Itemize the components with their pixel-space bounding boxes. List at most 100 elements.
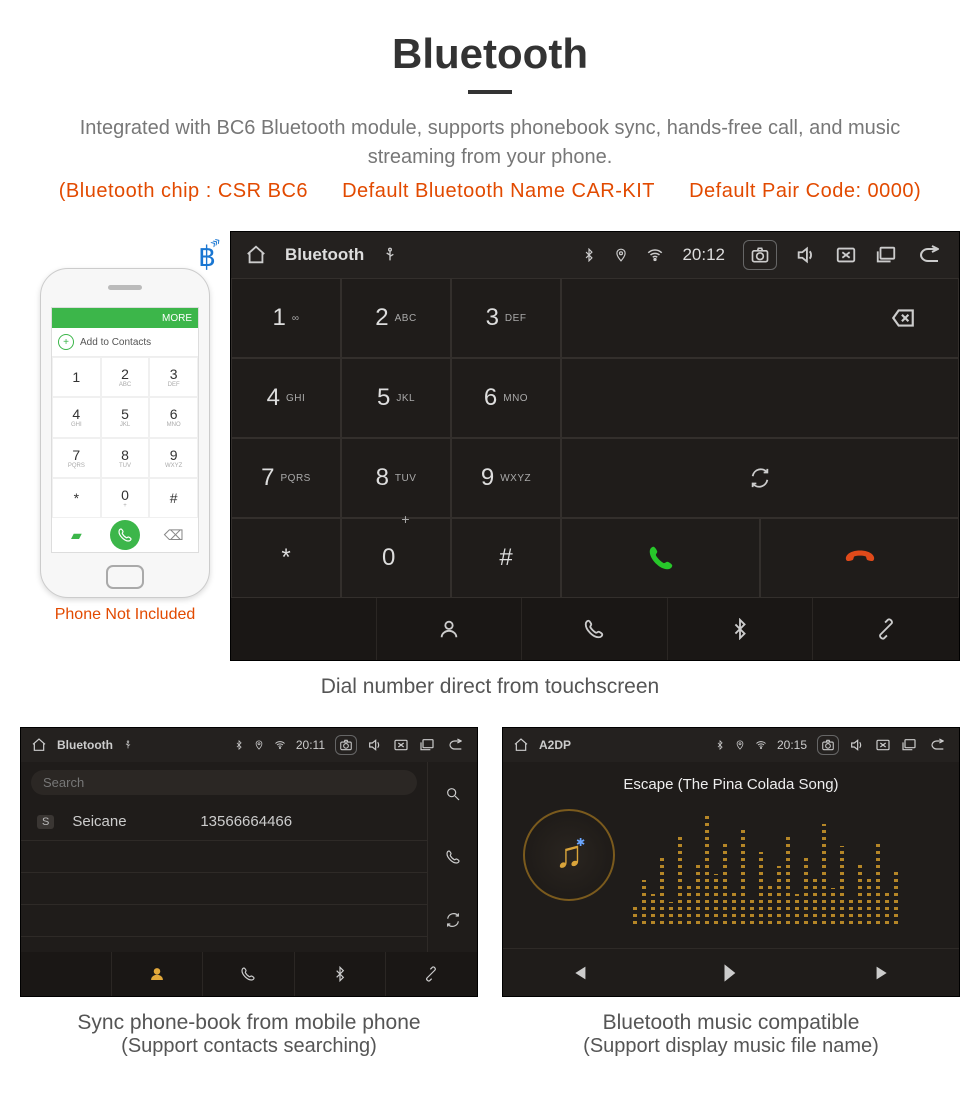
key-1[interactable]: 1∞ (231, 278, 341, 358)
camera-button[interactable] (335, 735, 357, 755)
clock: 20:15 (777, 738, 807, 752)
back-button[interactable] (445, 737, 467, 753)
track-title: Escape (The Pina Colada Song) (503, 776, 959, 793)
bt-status-icon (582, 248, 596, 262)
key-4[interactable]: 4GHI (231, 358, 341, 438)
contact-number: 13566664466 (200, 813, 292, 830)
recent-apps-button[interactable] (901, 737, 917, 753)
next-button[interactable] (807, 949, 959, 996)
gps-icon (254, 740, 264, 750)
camera-button[interactable] (743, 240, 777, 270)
redial-button[interactable] (561, 438, 959, 518)
phone-key-6: 6MNO (149, 397, 198, 437)
spec-code: Default Pair Code: 0000) (689, 180, 921, 202)
usb-icon (382, 247, 398, 263)
key-8[interactable]: 8TUV (341, 438, 451, 518)
gps-icon (735, 740, 745, 750)
headunit-dialer: Bluetooth 20:12 1∞ 2ABC 3DEF (230, 231, 960, 661)
home-icon[interactable] (513, 737, 529, 753)
bt-status-icon (234, 740, 244, 750)
phone-key-2: 2ABC (101, 357, 150, 397)
home-icon[interactable] (31, 737, 47, 753)
phone-key-3: 3DEF (149, 357, 198, 397)
tab-pair[interactable] (386, 952, 477, 996)
phone-key-8: 8TUV (101, 438, 150, 478)
clock: 20:11 (296, 738, 325, 752)
back-button[interactable] (915, 243, 945, 267)
spec-line: (Bluetooth chip : CSR BC6 Default Blueto… (20, 180, 960, 203)
tab-keypad[interactable] (231, 598, 377, 660)
app-title: Bluetooth (285, 245, 364, 265)
key-star[interactable]: * (231, 518, 341, 598)
spec-name: Default Bluetooth Name CAR-KIT (342, 180, 655, 202)
key-0[interactable]: 0+ (341, 518, 451, 598)
recent-apps-button[interactable] (875, 244, 897, 266)
side-call-button[interactable] (428, 825, 477, 888)
title-underline (468, 90, 512, 94)
music-caption: Bluetooth music compatible (Support disp… (502, 1011, 960, 1058)
tab-contacts[interactable] (377, 598, 523, 660)
key-5[interactable]: 5JKL (341, 358, 451, 438)
wifi-icon (646, 246, 664, 264)
music-note-icon: ♫ (555, 834, 584, 877)
album-art: ♫ (523, 809, 615, 901)
tab-pair[interactable] (813, 598, 959, 660)
prev-button[interactable] (503, 949, 655, 996)
backspace-button[interactable] (561, 278, 959, 358)
close-button[interactable] (835, 244, 857, 266)
phone-key-1: 1 (52, 357, 101, 397)
contact-name: Seicane (72, 813, 182, 830)
close-button[interactable] (393, 737, 409, 753)
page-description: Integrated with BC6 Bluetooth module, su… (50, 114, 930, 172)
recent-apps-button[interactable] (419, 737, 435, 753)
camera-button[interactable] (817, 735, 839, 755)
key-6[interactable]: 6MNO (451, 358, 561, 438)
contact-initial: S (37, 815, 54, 829)
contact-row[interactable]: S Seicane 13566664466 (21, 803, 427, 841)
page-title: Bluetooth (20, 30, 960, 78)
phone-key-5: 5JKL (101, 397, 150, 437)
phone-key-9: 9WXYZ (149, 438, 198, 478)
hangup-button[interactable] (760, 518, 959, 598)
tab-keypad[interactable] (21, 952, 112, 996)
volume-button[interactable] (795, 244, 817, 266)
tab-calllog[interactable] (522, 598, 668, 660)
app-title: A2DP (539, 738, 571, 752)
dialer-caption: Dial number direct from touchscreen (20, 675, 960, 699)
home-icon[interactable] (245, 244, 267, 266)
key-9[interactable]: 9WXYZ (451, 438, 561, 518)
visualizer (633, 802, 939, 924)
tab-calllog[interactable] (203, 952, 294, 996)
phone-video-icon: ▰ (52, 518, 101, 552)
back-button[interactable] (927, 737, 949, 753)
clock: 20:12 (682, 245, 725, 265)
phone-key-4: 4GHI (52, 397, 101, 437)
phone-mockup: MORE Add to Contacts 12ABC3DEF4GHI5JKL6M… (40, 268, 210, 598)
call-button[interactable] (561, 518, 760, 598)
key-hash[interactable]: # (451, 518, 561, 598)
phone-delete-icon: ⌫ (149, 518, 198, 552)
tab-bluetooth[interactable] (295, 952, 386, 996)
play-pause-button[interactable] (655, 949, 807, 996)
phone-icon (583, 618, 605, 640)
wifi-icon (274, 739, 286, 751)
search-input[interactable]: Search (31, 770, 417, 795)
bt-status-icon (715, 740, 725, 750)
bluetooth-icon (729, 618, 751, 640)
volume-button[interactable] (849, 737, 865, 753)
contacts-caption: Sync phone-book from mobile phone (Suppo… (20, 1011, 478, 1058)
bluetooth-icon: ฿ (198, 240, 216, 273)
side-sync-button[interactable] (428, 889, 477, 952)
person-icon (438, 618, 460, 640)
tab-bluetooth[interactable] (668, 598, 814, 660)
key-3[interactable]: 3DEF (451, 278, 561, 358)
key-2[interactable]: 2ABC (341, 278, 451, 358)
volume-button[interactable] (367, 737, 383, 753)
link-icon (875, 618, 897, 640)
headunit-music: A2DP 20:15 Escape (The Pina Colada Song) (502, 727, 960, 997)
tab-contacts[interactable] (112, 952, 203, 996)
close-button[interactable] (875, 737, 891, 753)
key-7[interactable]: 7PQRS (231, 438, 341, 518)
side-search-button[interactable] (428, 762, 477, 825)
phone-key-7: 7PQRS (52, 438, 101, 478)
